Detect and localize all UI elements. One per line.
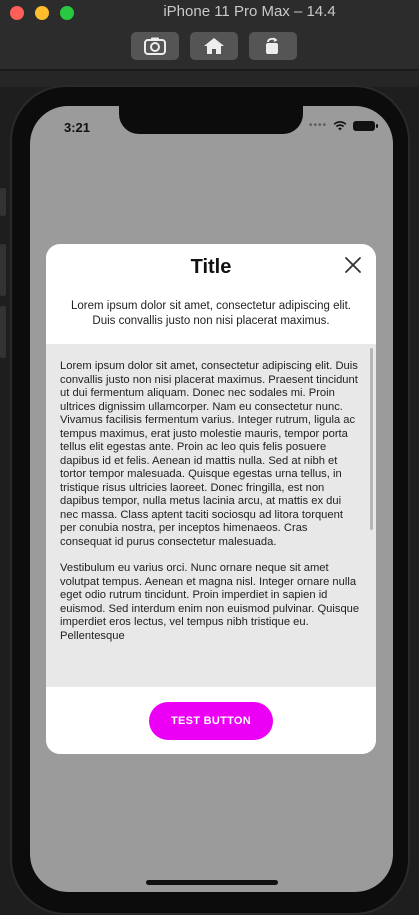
side-button [0,306,6,358]
dialog-title: Title [190,256,232,278]
dialog-subtitle: Lorem ipsum dolor sit amet, consectetur … [71,300,351,327]
rotate-icon [266,37,278,54]
minimize-window-button[interactable] [35,6,49,20]
dialog-footer: TEST BUTTON [46,687,376,754]
modal-dialog: Title Lorem ipsum dolor sit amet, consec… [46,244,376,754]
device-notch [119,106,303,134]
wifi-icon [333,120,347,130]
screenshot-button[interactable] [131,32,179,60]
status-icons: •••• [308,120,378,131]
side-button [0,244,6,296]
home-icon [204,38,224,54]
simulator-titlebar: iPhone 11 Pro Max – 14.4 [0,0,419,70]
device-screen: 3:21 •••• Title Lorem ipsum dolor sit am… [30,106,393,892]
battery-icon [353,120,378,131]
test-button[interactable]: TEST BUTTON [149,702,273,740]
rotate-button[interactable] [249,32,297,60]
home-indicator[interactable] [146,880,278,885]
dialog-body: Lorem ipsum dolor sit amet, consectetur … [46,344,376,643]
side-button [0,188,6,216]
dialog-scroll-area[interactable]: Lorem ipsum dolor sit amet, consectetur … [46,344,376,687]
status-time: 3:21 [64,120,91,135]
body-paragraph: Lorem ipsum dolor sit amet, consectetur … [60,360,358,548]
home-button[interactable] [190,32,238,60]
close-button[interactable] [344,256,362,274]
scrollbar[interactable] [370,348,373,530]
body-paragraph: Vestibulum eu varius orci. Nunc ornare n… [60,562,360,642]
close-icon [345,257,361,273]
signal-icon: •••• [308,120,327,131]
screenshot-icon [144,37,166,55]
close-window-button[interactable] [10,6,24,20]
simulator-title: iPhone 11 Pro Max – 14.4 [163,3,336,20]
zoom-window-button[interactable] [60,6,74,20]
